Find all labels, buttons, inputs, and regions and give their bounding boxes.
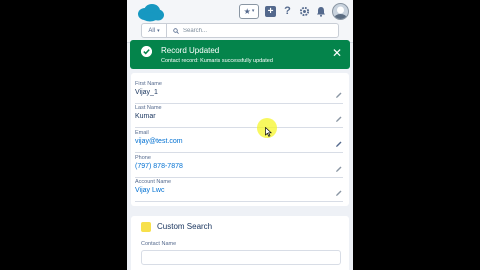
field-label: Phone [135,155,151,161]
add-icon[interactable]: + [265,5,276,17]
field-value: Vijay_1 [135,89,158,96]
gear-icon[interactable] [299,6,310,17]
custom-search-icon [141,222,151,232]
pencil-icon[interactable] [335,91,343,99]
header-icons: ★ ▾ + ? [239,2,349,20]
phone-field[interactable]: Phone (797) 878-7878 [135,155,343,178]
check-circle-icon [141,46,152,57]
account-link[interactable]: Vijay Lwc [135,187,164,194]
phone-link[interactable]: (797) 878-7878 [135,163,183,170]
search-scope-label: All [148,27,156,34]
pencil-icon[interactable] [335,115,343,123]
field-label: Account Name [135,179,172,185]
field-value: Kumar [135,113,156,120]
toast-message: Contact record: Kumaris successfully upd… [161,58,273,64]
field-label: First Name [135,81,162,87]
pencil-icon[interactable] [335,189,343,197]
search-scope-dropdown[interactable]: All ▾ [142,24,167,37]
account-name-field[interactable]: Account Name Vijay Lwc [135,179,343,202]
first-name-field[interactable]: First Name Vijay_1 [135,81,343,104]
toast-title: Record Updated [161,46,220,55]
pencil-icon[interactable] [335,140,343,148]
mouse-pointer-icon [265,127,272,137]
mobile-app-frame: ★ ▾ + ? All ▾ Search... First Name Vijay… [127,0,353,270]
bell-icon[interactable] [316,6,326,17]
close-icon[interactable]: ✕ [332,47,342,59]
field-label: Email [135,130,149,136]
pencil-icon[interactable] [335,165,343,173]
contact-name-label: Contact Name [141,241,177,247]
contact-record-card: First Name Vijay_1 Last Name Kumar Email… [131,73,349,206]
avatar[interactable] [332,2,349,20]
field-label: Last Name [135,105,162,111]
email-link[interactable]: vijay@test.com [135,138,183,145]
chevron-down-icon: ▾ [157,27,160,34]
favorites-icon[interactable]: ★ ▾ [239,3,259,19]
custom-search-title: Custom Search [157,222,213,231]
global-header: ★ ▾ + ? All ▾ Search... [127,0,353,43]
success-toast: Record Updated Contact record: Kumaris s… [130,40,350,69]
last-name-field[interactable]: Last Name Kumar [135,105,343,128]
custom-search-card: Custom Search Contact Name [131,216,349,270]
help-icon[interactable]: ? [282,5,293,17]
contact-name-input[interactable] [141,250,341,265]
email-field[interactable]: Email vijay@test.com [135,130,343,153]
global-search: All ▾ [141,23,339,38]
search-input[interactable] [179,25,323,36]
salesforce-cloud-logo[interactable] [137,3,165,22]
